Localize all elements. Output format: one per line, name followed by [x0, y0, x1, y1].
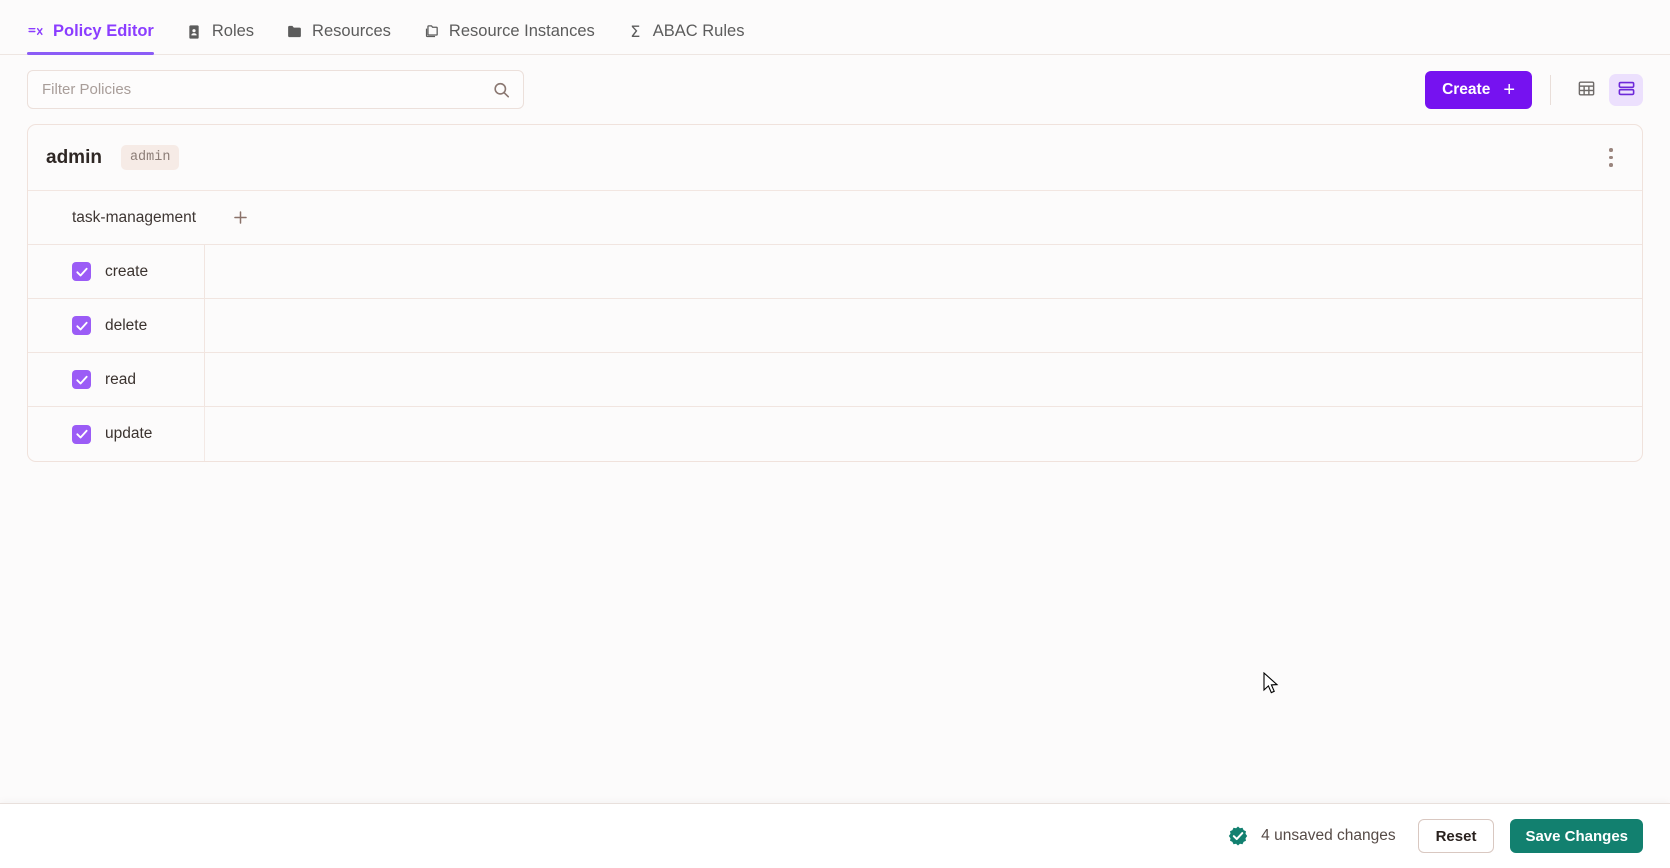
- badge-check-icon: [1227, 825, 1249, 847]
- table-row: delete: [28, 299, 1642, 353]
- tab-label: Resources: [312, 22, 391, 40]
- sigma-icon: Σ: [630, 22, 641, 41]
- permission-label: read: [105, 370, 137, 388]
- permission-label: delete: [105, 316, 148, 334]
- permission-cell: update: [28, 407, 205, 461]
- policy-editor-icon: [27, 23, 44, 40]
- permission-cell: create: [28, 245, 205, 298]
- kebab-menu-icon[interactable]: [1598, 143, 1624, 173]
- tab-label: Policy Editor: [53, 22, 154, 40]
- plus-icon: +: [1503, 78, 1515, 101]
- tab-abac-rules[interactable]: Σ ABAC Rules: [611, 22, 761, 54]
- tab-label: Roles: [211, 22, 255, 40]
- policy-list-area: admin admin task-management create delet…: [0, 124, 1670, 803]
- list-view-icon: [1617, 79, 1636, 101]
- plus-icon[interactable]: [228, 206, 252, 230]
- permission-value-cell: [205, 299, 1642, 352]
- permission-cell: delete: [28, 299, 205, 352]
- permission-checkbox-update[interactable]: [72, 424, 91, 444]
- toolbar-actions: Create +: [1425, 70, 1643, 109]
- roles-badge-icon: [186, 23, 203, 40]
- reset-button[interactable]: Reset: [1417, 819, 1495, 853]
- policy-card-header: admin admin: [28, 125, 1642, 191]
- search-input[interactable]: [27, 70, 524, 109]
- tab-label: Resource Instances: [448, 22, 595, 40]
- folder-icon: [286, 23, 303, 40]
- table-row: create: [28, 245, 1642, 299]
- list-view-button[interactable]: [1609, 73, 1643, 106]
- tab-roles[interactable]: Roles: [170, 22, 270, 54]
- toolbar-divider: [1550, 74, 1551, 105]
- save-bar: 4 unsaved changes Reset Save Changes: [0, 803, 1670, 868]
- create-button[interactable]: Create +: [1425, 70, 1532, 109]
- filter-policies-field: [27, 70, 524, 109]
- main-tabbar: Policy Editor Roles Resources Resource I…: [0, 0, 1670, 55]
- table-row: read: [28, 353, 1642, 407]
- tab-label: ABAC Rules: [652, 22, 745, 40]
- permission-cell: read: [28, 353, 205, 406]
- kebab-dot: [1609, 163, 1613, 167]
- policy-card-admin: admin admin task-management create delet…: [27, 124, 1643, 462]
- policies-toolbar: Create +: [0, 55, 1670, 124]
- policy-key-badge: admin: [120, 145, 180, 170]
- resource-row-task-management: task-management: [28, 191, 1642, 245]
- unsaved-changes-text: 4 unsaved changes: [1261, 827, 1396, 844]
- permission-checkbox-delete[interactable]: [72, 316, 91, 335]
- kebab-dot: [1609, 155, 1613, 160]
- permission-label: create: [105, 262, 149, 280]
- policy-title: admin: [46, 146, 102, 168]
- unsaved-status: 4 unsaved changes: [1227, 825, 1396, 847]
- permission-checkbox-create[interactable]: [72, 262, 91, 281]
- policy-editor-app: Policy Editor Roles Resources Resource I…: [0, 0, 1670, 868]
- kebab-dot: [1609, 148, 1613, 152]
- view-toggle-group: [1569, 73, 1643, 106]
- table-row: update: [28, 407, 1642, 461]
- permission-checkbox-read[interactable]: [72, 370, 91, 389]
- grid-view-icon: [1577, 79, 1596, 101]
- permission-value-cell: [205, 407, 1642, 461]
- create-button-label: Create: [1442, 80, 1491, 98]
- tab-policy-editor[interactable]: Policy Editor: [27, 22, 170, 55]
- tab-resource-instances[interactable]: Resource Instances: [407, 22, 611, 54]
- mouse-cursor: [1263, 672, 1279, 694]
- permission-value-cell: [205, 353, 1642, 406]
- save-changes-button[interactable]: Save Changes: [1510, 819, 1643, 853]
- tab-resources[interactable]: Resources: [270, 22, 407, 54]
- resource-name: task-management: [72, 208, 197, 226]
- copy-folders-icon: [423, 23, 440, 40]
- grid-view-button[interactable]: [1569, 74, 1603, 106]
- permission-value-cell: [205, 245, 1642, 298]
- permission-label: update: [105, 425, 153, 442]
